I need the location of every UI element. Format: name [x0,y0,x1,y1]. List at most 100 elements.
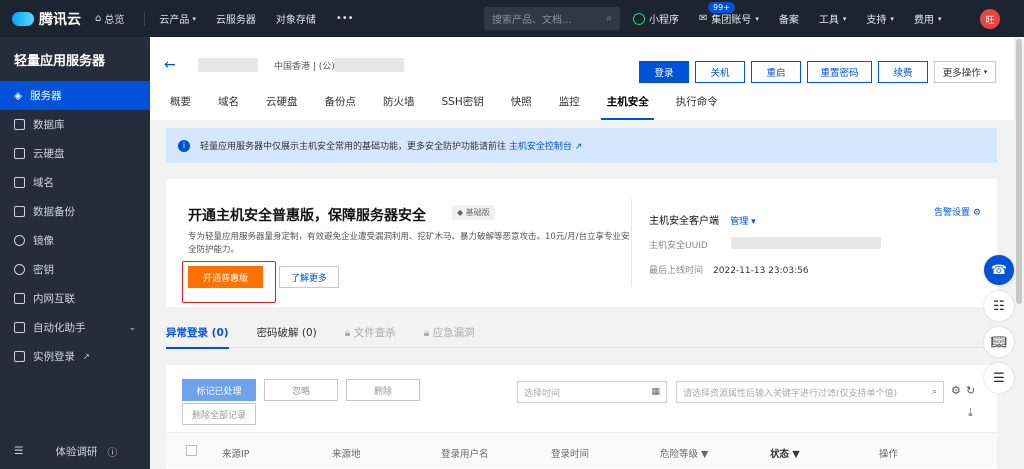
filter-search-input[interactable]: 请选择资源属性后输入关键字进行过滤(仅支持单个值) ⌕ [676,381,944,403]
promo-title: 开通主机安全普惠版，保障服务器安全 [188,208,426,224]
renew-button[interactable]: 续费 [878,61,928,83]
sidebar: 轻量应用服务器 ◈ 服务器 数据库 云硬盘 域名 数据备份 镜像 密钥 内网互联… [0,37,150,469]
back-arrow-icon[interactable]: ← [164,57,176,73]
tab-ssh-key[interactable]: SSH密钥 [442,92,497,120]
alarm-settings-link[interactable]: 告警设置 ⚙ [934,205,981,218]
tab-disk[interactable]: 云硬盘 [266,92,311,120]
sidebar-item-automation[interactable]: 自动化助手 ⌄ [0,313,150,342]
nav-support[interactable]: 支持 ▾ [866,11,894,27]
divider [631,199,632,287]
nav-overview-label: 总览 [104,15,125,26]
sidebar-item-key[interactable]: 密钥 [0,255,150,284]
nav-more[interactable]: ••• [336,13,354,24]
sidebar-item-image[interactable]: 镜像 [0,226,150,255]
chevron-down-icon: ⌄ [128,322,136,333]
sidebar-item-domain[interactable]: 域名 [0,168,150,197]
miniprogram-icon [633,12,645,25]
sidebar-item-instance-login[interactable]: 实例登录 ↗ [0,342,150,371]
time-placeholder: 选择时间 [524,388,561,399]
security-subtabs: 异常登录 (0) 密码破解 (0) 🔒︎ 文件查杀 🔒︎ 应急漏洞 [166,322,997,349]
customer-service-icon[interactable]: ☎ [984,255,1014,285]
message-count-badge: 99+ [707,1,736,14]
login-button[interactable]: 登录 [639,61,689,83]
sidebar-item-servers[interactable]: ◈ 服务器 [0,81,150,110]
nav-lighthouse-label: 云服务器 [215,15,256,26]
select-all-checkbox[interactable] [186,445,197,456]
last-online-label: 最后上线时间 [649,266,704,276]
col-risk-level[interactable]: 危险等级 ▼ [660,446,708,460]
nav-cos[interactable]: 对象存储 [276,11,316,26]
delete-all-records-button[interactable]: 删除全部记录 [182,403,256,425]
gear-icon: ⚙ [972,208,981,218]
nav-beian-label: 备案 [778,15,799,26]
mail-icon: ✉ [699,13,708,24]
host-security-console-link[interactable]: 主机安全控制台 [509,142,572,152]
tab-abnormal-login[interactable]: 异常登录 (0) [166,322,229,349]
sidebar-item-label: 数据备份 [33,206,75,218]
col-actions: 操作 [879,449,899,460]
nav-lighthouse[interactable]: 云服务器 [216,11,256,26]
cube-icon: ◈ [14,89,23,102]
sidebar-item-disk[interactable]: 云硬盘 [0,139,150,168]
uuid-redacted [731,237,881,249]
tab-password-cracking[interactable]: 密码破解 (0) [257,322,317,348]
sidebar-item-network[interactable]: 内网互联 [0,284,150,313]
download-icon[interactable]: ⤓ [968,406,973,420]
promo-description: 专为轻量应用服务器量身定制，有效避免企业遭受漏洞利用、挖矿木马、暴力破解等恶意攻… [188,232,630,255]
image-icon [14,235,25,246]
tab-emergency-vuln: 🔒︎ 应急漏洞 [423,327,475,339]
chevron-down-icon: ▾ [983,68,988,76]
sidebar-item-label: 域名 [33,177,54,189]
sidebar-title: 轻量应用服务器 [14,53,106,69]
scrollbar-thumb[interactable] [1016,39,1022,304]
tab-overview[interactable]: 概要 [170,92,204,120]
sidebar-item-backup[interactable]: 数据备份 [0,197,150,226]
more-operations-label: 更多操作 [942,68,981,79]
shutdown-button[interactable]: 关机 [695,61,745,83]
book-icon[interactable]: 📖︎ [984,327,1014,357]
nav-billing[interactable]: 费用 ▾ [914,11,942,27]
nav-miniprogram[interactable]: 小程序 [633,11,679,26]
brand-logo[interactable]: 腾讯云 [0,9,95,29]
tab-backup-point[interactable]: 备份点 [325,92,370,120]
refresh-icon[interactable]: ↻ [966,384,975,397]
tab-domain[interactable]: 域名 [218,92,252,120]
top-navbar: 腾讯云 ⌂ 总览 云产品 ▾ 云服务器 对象存储 ••• 搜索产品、文档... … [0,0,1024,37]
tab-snapshot[interactable]: 快照 [511,92,545,120]
manage-dropdown[interactable]: 管理 ▾ [730,217,755,227]
list-icon[interactable]: ☷ [984,291,1014,321]
nav-cos-label: 对象存储 [275,15,316,26]
nav-cloud-products[interactable]: 云产品 ▾ [159,11,196,27]
col-status[interactable]: 状态 ▼ [770,446,800,460]
nav-tools[interactable]: 工具 ▾ [819,11,847,27]
reset-password-button[interactable]: 重置密码 [807,61,872,83]
tab-run-command[interactable]: 执行命令 [676,92,731,120]
tab-monitor[interactable]: 监控 [559,92,593,120]
sidebar-item-database[interactable]: 数据库 [0,110,150,139]
menu-icon[interactable]: ☰ [984,363,1014,393]
page-scrollbar[interactable] [1014,37,1024,469]
ignore-button[interactable]: 忽略 [264,379,338,401]
survey-link[interactable]: 体验调研 [55,444,97,459]
global-search-input[interactable]: 搜索产品、文档... ⌕ [484,7,620,30]
sidebar-item-label: 密钥 [33,264,54,276]
delete-button[interactable]: 删除 [346,379,420,401]
restart-button[interactable]: 重启 [751,61,801,83]
nav-divider [144,11,146,26]
nav-overview[interactable]: ⌂ 总览 [95,11,124,26]
more-operations-dropdown[interactable]: 更多操作 ▾ [934,61,996,83]
nav-support-label: 支持 [866,15,887,26]
learn-more-button[interactable]: 了解更多 [279,266,339,288]
col-source-location: 来源地 [332,449,361,460]
collapse-menu-icon[interactable]: ☰ [14,445,23,457]
tab-firewall[interactable]: 防火墙 [383,92,428,120]
tab-host-security[interactable]: 主机安全 [600,92,662,120]
time-picker-input[interactable]: 选择时间 ▦ [517,381,667,403]
nav-beian[interactable]: 备案 [779,11,799,26]
settings-icon[interactable]: ⚙ [951,384,961,397]
uuid-label: 主机安全UUID [649,241,708,251]
mark-handled-button[interactable]: 标记已处理 [182,379,256,401]
database-icon [14,119,25,130]
client-row: 主机安全客户端 管理 ▾ [649,212,756,227]
avatar[interactable]: 旺 [980,9,1000,29]
